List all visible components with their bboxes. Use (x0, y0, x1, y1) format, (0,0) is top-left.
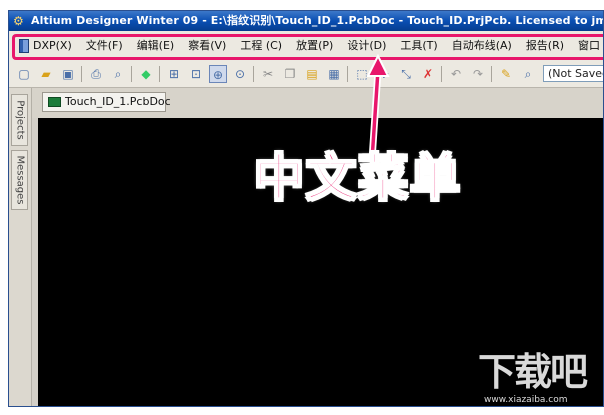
menu-view[interactable]: 察看(V) (188, 39, 226, 53)
menu-project[interactable]: 工程 (C) (240, 39, 282, 53)
menu-place[interactable]: 放置(P) (296, 39, 333, 53)
menu-reports[interactable]: 报告(R) (526, 39, 564, 53)
tab-messages[interactable]: Messages (11, 150, 28, 210)
document-tab-bar: Touch_ID_1.PcbDoc (32, 88, 603, 118)
document-tab-label: Touch_ID_1.PcbDoc (65, 95, 171, 108)
undo-icon[interactable]: ↶ (447, 65, 465, 83)
toolbar-separator (253, 66, 254, 82)
tab-projects-label: Projects (14, 100, 25, 140)
main-toolbar: ▢ ▰ ▣ ⎙ ⌕ ◆ ⊞ ⊡ ⊕ ⊙ ✂ ❐ ▤ ▦ ⬚ ✛ ⤡ ✗ ↶ ↷ … (9, 61, 603, 88)
toolbar-separator (441, 66, 442, 82)
paste-icon[interactable]: ▤ (303, 65, 321, 83)
deselect-icon[interactable]: ✗ (419, 65, 437, 83)
copy-icon[interactable]: ❐ (281, 65, 299, 83)
site-watermark: 下载吧 www.xiazaiba.com (478, 350, 598, 408)
tab-messages-label: Messages (14, 155, 25, 205)
browse-icon[interactable]: ⌕ (519, 65, 537, 83)
move-icon[interactable]: ✛ (375, 65, 393, 83)
zoom-fit-icon[interactable]: ⊞ (165, 65, 183, 83)
annotation-label: 中文菜单 (253, 148, 462, 208)
menu-items: DXP(X) 文件(F) 编辑(E) 察看(V) 工程 (C) 放置(P) 设计… (19, 39, 603, 53)
toolbar-separator (347, 66, 348, 82)
watermark-logo-text: 下载吧 (478, 350, 588, 394)
toolbar-separator (159, 66, 160, 82)
menu-autoroute[interactable]: 自动布线(A) (452, 39, 512, 53)
menu-bar: DXP(X) 文件(F) 编辑(E) 察看(V) 工程 (C) 放置(P) 设计… (9, 31, 603, 62)
menu-file[interactable]: 文件(F) (86, 39, 123, 53)
variant-combo[interactable]: (Not Saved) (543, 65, 603, 82)
menu-dxp[interactable]: DXP(X) (33, 39, 72, 53)
print-preview-icon[interactable]: ⌕ (109, 65, 127, 83)
window-title: Altium Designer Winter 09 - E:\指纹识别\Touc… (31, 14, 604, 27)
side-panel: Projects Messages (9, 88, 32, 406)
select-area-icon[interactable]: ⬚ (353, 65, 371, 83)
cut-icon[interactable]: ✂ (259, 65, 277, 83)
menu-design[interactable]: 设计(D) (347, 39, 386, 53)
pcb-doc-icon (48, 97, 61, 107)
menu-edit[interactable]: 编辑(E) (137, 39, 175, 53)
tab-projects[interactable]: Projects (11, 94, 28, 146)
new-doc-icon[interactable]: ▢ (15, 65, 33, 83)
print-icon[interactable]: ⎙ (87, 65, 105, 83)
rubber-stamp-icon[interactable]: ▦ (325, 65, 343, 83)
toolbar-separator (131, 66, 132, 82)
document-tab[interactable]: Touch_ID_1.PcbDoc (42, 92, 171, 112)
zoom-in-icon[interactable]: ⊙ (231, 65, 249, 83)
select-all-icon[interactable]: ⤡ (397, 65, 415, 83)
watermark-url: www.xiazaiba.com (484, 395, 568, 405)
open-board-icon[interactable]: ◆ (137, 65, 155, 83)
zoom-area-icon[interactable]: ⊡ (187, 65, 205, 83)
app-window: ⚙ Altium Designer Winter 09 - E:\指纹识别\To… (8, 10, 604, 407)
menu-window[interactable]: 窗口 (578, 39, 600, 53)
menu-tools[interactable]: 工具(T) (400, 39, 437, 53)
save-icon[interactable]: ▣ (59, 65, 77, 83)
toolbar-separator (491, 66, 492, 82)
zoom-selected-icon[interactable]: ⊕ (209, 65, 227, 83)
toolbar-separator (81, 66, 82, 82)
open-folder-icon[interactable]: ▰ (37, 65, 55, 83)
redo-icon[interactable]: ↷ (469, 65, 487, 83)
dxp-icon (19, 39, 29, 53)
app-icon: ⚙ (13, 14, 24, 28)
crossprobe-icon[interactable]: ✎ (497, 65, 515, 83)
title-bar[interactable]: ⚙ Altium Designer Winter 09 - E:\指纹识别\To… (9, 11, 603, 31)
